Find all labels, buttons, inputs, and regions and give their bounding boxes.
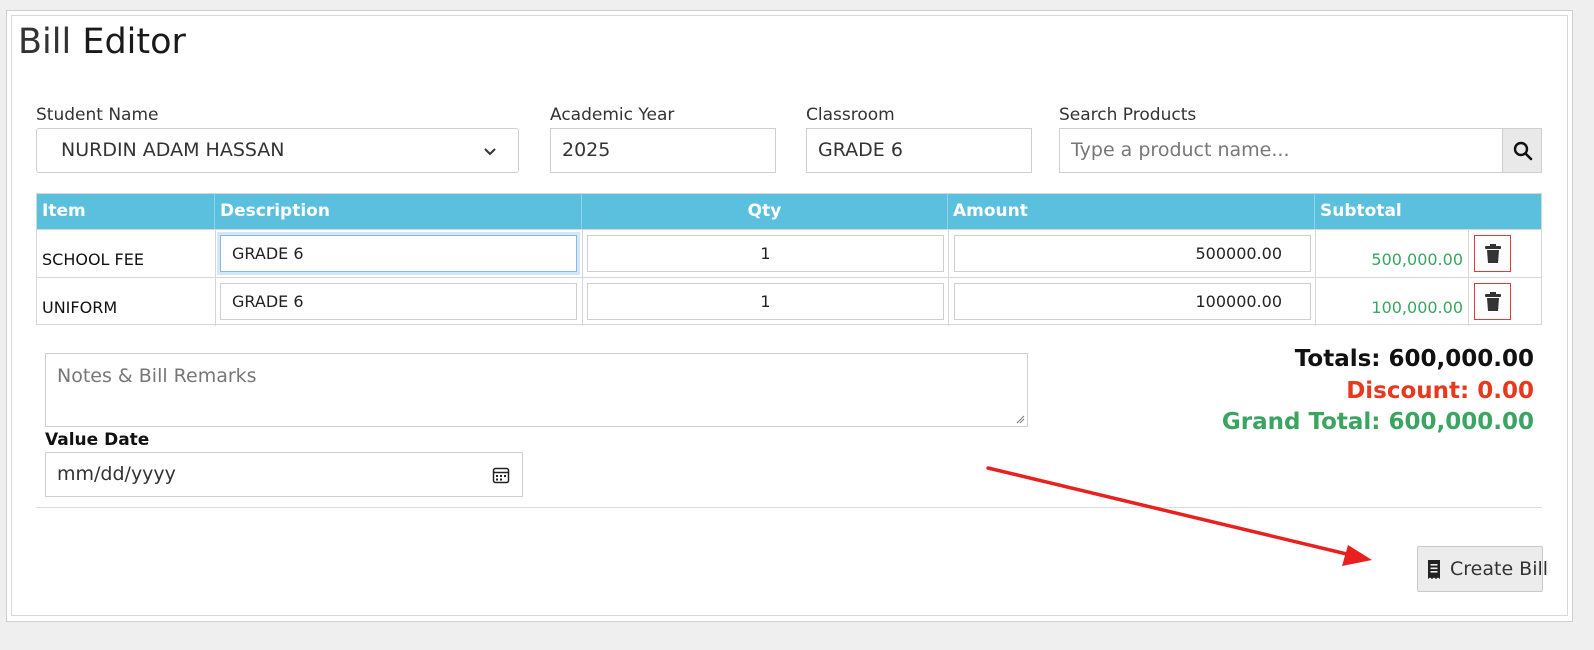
- search-products-label: Search Products: [1059, 105, 1197, 125]
- header-item: Item: [37, 194, 215, 229]
- row-item: SCHOOL FEE: [42, 250, 144, 269]
- student-name-value: NURDIN ADAM HASSAN: [61, 139, 285, 161]
- academic-year-label: Academic Year: [550, 105, 675, 125]
- trash-icon: [1485, 292, 1501, 311]
- value-date-input[interactable]: mm/dd/yyyy: [45, 452, 523, 497]
- student-name-select[interactable]: NURDIN ADAM HASSAN: [36, 128, 519, 173]
- chevron-down-icon: [484, 148, 496, 156]
- cell-divider: [215, 230, 216, 278]
- row-amount-input[interactable]: 100000.00: [954, 283, 1311, 320]
- search-products-placeholder: Type a product name...: [1071, 139, 1290, 161]
- search-button[interactable]: [1502, 128, 1542, 173]
- delete-row-button[interactable]: [1474, 283, 1511, 320]
- value-date-label: Value Date: [45, 430, 150, 450]
- header-qty: Qty: [582, 194, 948, 229]
- delete-row-button[interactable]: [1474, 235, 1511, 272]
- cell-divider: [215, 278, 216, 326]
- cell-divider: [1315, 278, 1316, 326]
- classroom-label: Classroom: [806, 105, 895, 125]
- resize-grip-icon[interactable]: [1015, 414, 1025, 424]
- cell-divider: [1315, 230, 1316, 278]
- create-bill-label: Create Bill: [1450, 558, 1549, 580]
- value-date-placeholder: mm/dd/yyyy: [57, 463, 176, 485]
- search-products-input[interactable]: Type a product name...: [1059, 128, 1502, 173]
- cell-divider: [1468, 230, 1469, 278]
- academic-year-input[interactable]: 2025: [550, 128, 776, 173]
- row-description-input[interactable]: GRADE 6: [220, 283, 577, 320]
- cell-divider: [582, 230, 583, 278]
- student-name-label: Student Name: [36, 105, 159, 125]
- header-description: Description: [215, 194, 582, 229]
- classroom-input[interactable]: GRADE 6: [806, 128, 1032, 173]
- trash-icon: [1485, 244, 1501, 263]
- table-row: SCHOOL FEE GRADE 6 1 500000.00 500,000.0…: [37, 229, 1541, 278]
- row-item: UNIFORM: [42, 298, 118, 317]
- cell-divider: [582, 278, 583, 326]
- row-subtotal: 500,000.00: [1371, 250, 1463, 269]
- cell-divider: [948, 278, 949, 326]
- row-amount-input[interactable]: 500000.00: [954, 235, 1311, 272]
- create-bill-button[interactable]: Create Bill: [1417, 546, 1548, 592]
- discount-text: Discount: 0.00: [1346, 378, 1534, 404]
- calendar-icon[interactable]: [492, 466, 510, 484]
- totals-text: Totals: 600,000.00: [1294, 346, 1534, 372]
- row-description-input[interactable]: GRADE 6: [220, 235, 577, 272]
- row-qty-input[interactable]: 1: [587, 283, 944, 320]
- row-qty-input[interactable]: 1: [587, 235, 944, 272]
- annotation-arrow: [986, 466, 1372, 566]
- header-subtotal: Subtotal: [1320, 201, 1402, 221]
- header-amount: Amount: [948, 194, 1315, 229]
- cell-divider: [948, 230, 949, 278]
- page-title-part1: Bill: [18, 22, 72, 62]
- classroom-value: GRADE 6: [818, 139, 903, 161]
- row-subtotal: 100,000.00: [1371, 298, 1463, 317]
- cell-divider: [1468, 278, 1469, 326]
- page-title: Bill Editor: [18, 22, 186, 62]
- receipt-icon: [1428, 560, 1440, 579]
- notes-placeholder: Notes & Bill Remarks: [57, 365, 257, 387]
- academic-year-value: 2025: [562, 139, 611, 161]
- grand-total-text: Grand Total: 600,000.00: [1221, 409, 1534, 435]
- search-icon: [1513, 141, 1533, 161]
- page-title-part2: Editor: [82, 22, 186, 62]
- table-row: UNIFORM GRADE 6 1 100000.00 100,000.00: [37, 277, 1541, 326]
- table-header: Item Description Qty Amount Subtotal: [37, 194, 1541, 229]
- bill-items-table: Item Description Qty Amount Subtotal SCH…: [36, 193, 1542, 326]
- notes-textarea[interactable]: Notes & Bill Remarks: [45, 353, 1028, 427]
